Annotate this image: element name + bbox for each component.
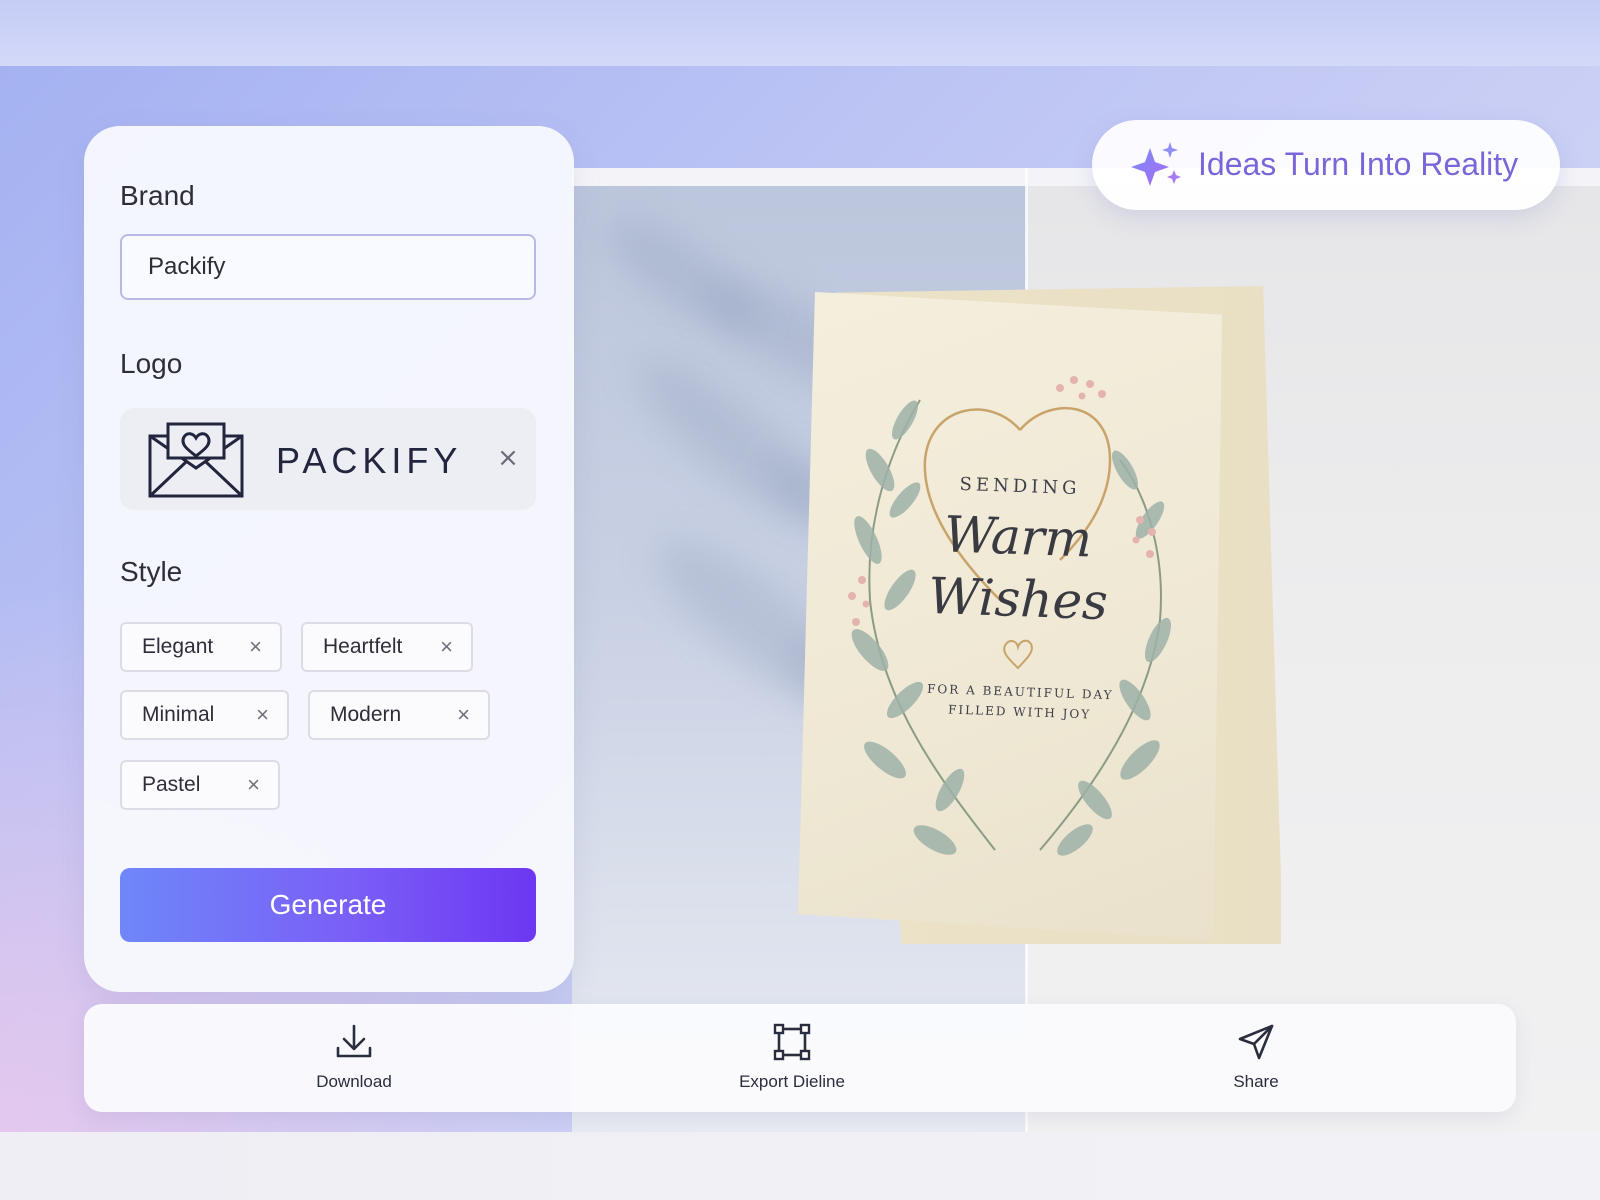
config-panel: Brand Packify Logo PACKIFY × Style Elega… bbox=[84, 126, 574, 992]
badge-label: Ideas Turn Into Reality bbox=[1198, 146, 1519, 182]
style-chip-minimal[interactable]: Minimal × bbox=[120, 690, 289, 740]
card-script-line-1: Warm bbox=[942, 505, 1094, 569]
style-chip-elegant[interactable]: Elegant × bbox=[120, 622, 282, 672]
action-bar: Download Export Dieline Share bbox=[84, 1004, 1516, 1112]
logo-wordmark: PACKIFY bbox=[276, 440, 463, 481]
card-script-line-2: Wishes bbox=[927, 566, 1109, 632]
style-chip-modern[interactable]: Modern × bbox=[308, 690, 490, 740]
close-icon[interactable]: × bbox=[457, 692, 470, 738]
share-button[interactable]: Share bbox=[1156, 1022, 1356, 1102]
download-icon bbox=[336, 1024, 372, 1058]
card-subtitle: FOR A BEAUTIFUL DAY FILLED WITH JOY bbox=[899, 678, 1140, 726]
envelope-heart-icon bbox=[148, 422, 244, 498]
style-chip-label: Modern bbox=[330, 703, 402, 726]
close-icon[interactable]: × bbox=[440, 624, 453, 670]
brand-input[interactable]: Packify bbox=[120, 234, 536, 300]
export-dieline-label: Export Dieline bbox=[739, 1072, 845, 1091]
export-dieline-button[interactable]: Export Dieline bbox=[692, 1022, 892, 1102]
send-icon bbox=[1238, 1024, 1274, 1060]
logo-upload[interactable]: PACKIFY × bbox=[120, 408, 536, 510]
style-chip-label: Pastel bbox=[142, 773, 201, 796]
style-chip-pastel[interactable]: Pastel × bbox=[120, 760, 280, 810]
sparkle-icon bbox=[1131, 142, 1181, 186]
logo-remove-icon[interactable]: × bbox=[494, 444, 522, 472]
brand-label: Brand bbox=[120, 180, 195, 211]
crop-frame-icon bbox=[773, 1023, 811, 1061]
close-icon[interactable]: × bbox=[256, 692, 269, 738]
logo-label: Logo bbox=[120, 348, 183, 379]
share-label: Share bbox=[1233, 1072, 1279, 1091]
close-icon[interactable]: × bbox=[249, 624, 262, 670]
style-chip-label: Heartfelt bbox=[323, 635, 403, 658]
download-label: Download bbox=[316, 1072, 392, 1091]
close-icon[interactable]: × bbox=[247, 762, 260, 808]
download-button[interactable]: Download bbox=[254, 1022, 454, 1102]
generate-button[interactable]: Generate bbox=[120, 868, 536, 942]
style-chip-heartfelt[interactable]: Heartfelt × bbox=[301, 622, 473, 672]
style-chip-label: Elegant bbox=[142, 635, 214, 658]
style-chip-label: Minimal bbox=[142, 703, 215, 726]
style-label: Style bbox=[120, 556, 183, 587]
tagline-badge: Ideas Turn Into Reality bbox=[1092, 120, 1560, 210]
